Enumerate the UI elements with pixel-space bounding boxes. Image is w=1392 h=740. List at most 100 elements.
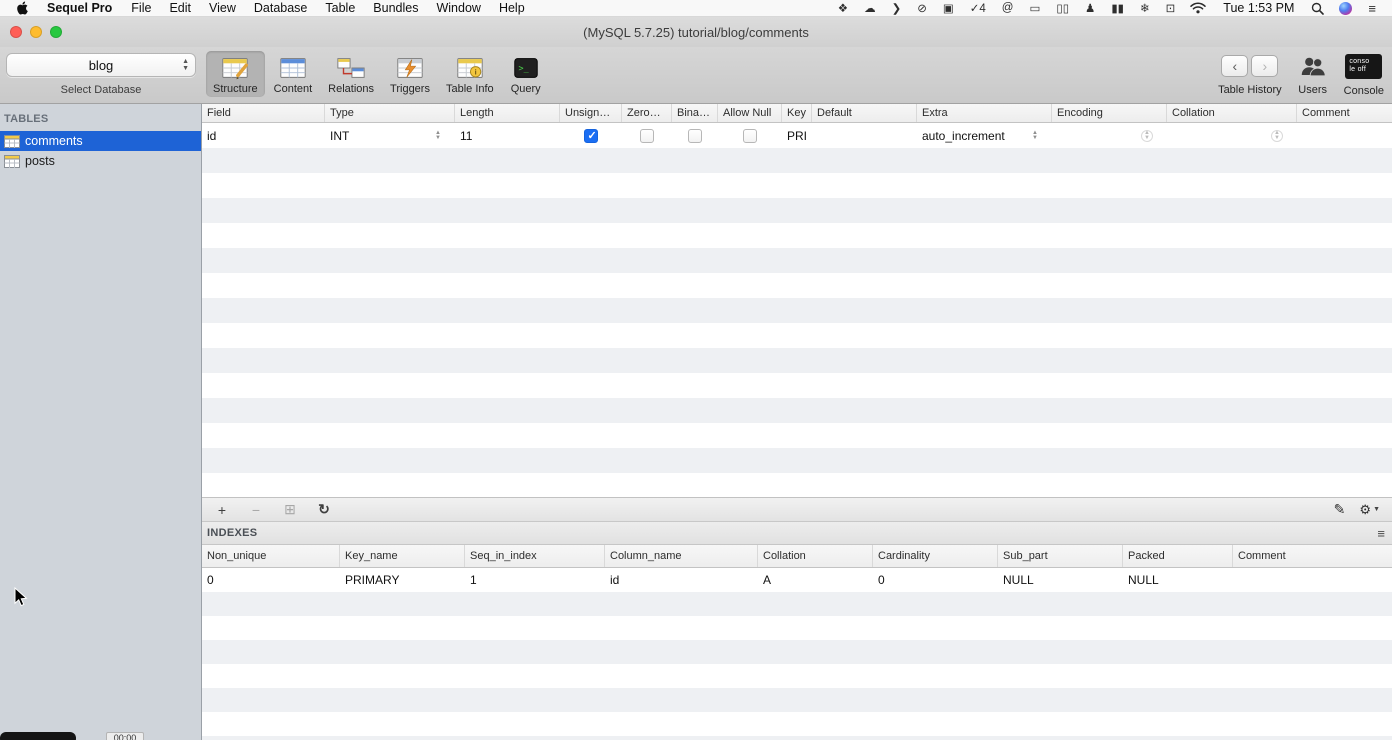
idx-header-key-name[interactable]: Key_name — [340, 545, 465, 567]
relations-tab-button[interactable]: Relations — [321, 51, 381, 97]
add-field-button[interactable]: + — [214, 502, 230, 518]
allow-null-checkbox[interactable] — [743, 128, 757, 143]
column-header-extra[interactable]: Extra — [917, 104, 1052, 122]
user-silhouette-icon[interactable]: ♟ — [1077, 1, 1103, 15]
idx-cell-sub-part[interactable]: NULL — [998, 568, 1123, 592]
structure-tab-button[interactable]: Structure — [206, 51, 265, 97]
stats-icon[interactable]: ▮▮ — [1103, 1, 1132, 15]
apple-menu[interactable] — [8, 1, 37, 15]
sidebar-item-posts[interactable]: posts — [0, 151, 201, 171]
column-header-default[interactable]: Default — [812, 104, 917, 122]
menu-view[interactable]: View — [200, 1, 245, 15]
menu-table[interactable]: Table — [316, 1, 364, 15]
cell-type[interactable]: INT ▲ ▼ — [325, 123, 455, 148]
idx-cell-collation[interactable]: A — [758, 568, 873, 592]
column-header-key[interactable]: Key — [782, 104, 812, 122]
airplay-icon[interactable]: ⊡ — [1158, 1, 1184, 15]
duplicate-field-button[interactable]: ⊞ — [282, 501, 298, 518]
table-info-tab-button[interactable]: i Table Info — [439, 51, 501, 97]
zoom-button[interactable] — [50, 26, 62, 38]
menu-help[interactable]: Help — [490, 1, 534, 15]
history-back-button[interactable]: ‹ — [1221, 55, 1249, 77]
sidebar-item-comments[interactable]: comments — [0, 131, 201, 151]
content-tab-button[interactable]: Content — [267, 51, 320, 97]
menu-edit[interactable]: Edit — [160, 1, 200, 15]
database-select[interactable]: blog ▲ ▼ — [6, 53, 196, 77]
unsigned-checkbox[interactable] — [584, 128, 598, 143]
dropbox-icon[interactable]: ❖ — [830, 1, 856, 15]
idx-header-cardinality[interactable]: Cardinality — [873, 545, 998, 567]
collation-stepper-icon[interactable]: ▲ ▼ — [1271, 129, 1283, 142]
idx-header-seq-in-index[interactable]: Seq_in_index — [465, 545, 605, 567]
column-header-allow-null[interactable]: Allow Null — [718, 104, 782, 122]
screen-recording-icon[interactable]: ▣ — [935, 1, 962, 15]
column-header-field[interactable]: Field — [202, 104, 325, 122]
type-stepper-icon[interactable]: ▲ ▼ — [435, 130, 441, 141]
console-group[interactable]: conso le off Console — [1344, 54, 1384, 97]
column-header-comment[interactable]: Comment — [1297, 104, 1392, 122]
updates-check-icon[interactable]: ✓4 — [962, 1, 994, 15]
cell-length[interactable]: 11 — [455, 123, 560, 148]
column-header-zerofill[interactable]: Zero… — [622, 104, 672, 122]
close-button[interactable] — [10, 26, 22, 38]
zerofill-checkbox[interactable] — [640, 128, 654, 143]
wifi-icon[interactable] — [1190, 2, 1207, 14]
extra-stepper-icon[interactable]: ▲ ▼ — [1032, 130, 1038, 141]
idx-header-packed[interactable]: Packed — [1123, 545, 1233, 567]
encoding-stepper-icon[interactable]: ▲ ▼ — [1141, 129, 1153, 142]
menu-database[interactable]: Database — [245, 1, 317, 15]
query-tab-button[interactable]: >_ Query — [503, 51, 549, 97]
structure-table-row[interactable]: id INT ▲▼ 11 PRI auto_increment ▲▼ — [202, 123, 1392, 148]
history-forward-button[interactable]: › — [1251, 55, 1279, 77]
remove-field-button[interactable]: − — [248, 502, 264, 518]
edit-field-button[interactable]: ✎ — [1334, 501, 1346, 518]
idx-header-non-unique[interactable]: Non_unique — [202, 545, 340, 567]
idx-cell-cardinality[interactable]: 0 — [873, 568, 998, 592]
cell-extra[interactable]: auto_increment ▲ ▼ — [917, 123, 1052, 148]
cell-key[interactable]: PRI — [782, 123, 812, 148]
cell-collation[interactable]: ▲ ▼ — [1167, 123, 1297, 148]
idx-header-collation[interactable]: Collation — [758, 545, 873, 567]
cell-comment[interactable] — [1297, 123, 1392, 148]
idx-cell-seq-in-index[interactable]: 1 — [465, 568, 605, 592]
mention-icon[interactable]: @ — [994, 2, 1022, 14]
notification-center-icon[interactable]: ≡ — [1360, 1, 1384, 16]
menu-window[interactable]: Window — [427, 1, 489, 15]
cell-encoding[interactable]: ▲ ▼ — [1052, 123, 1167, 148]
menu-clock[interactable]: Tue 1:53 PM — [1213, 1, 1304, 15]
idx-header-column-name[interactable]: Column_name — [605, 545, 758, 567]
column-header-encoding[interactable]: Encoding — [1052, 104, 1167, 122]
mission-control-icon[interactable]: ▯▯ — [1048, 1, 1077, 15]
idx-cell-key-name[interactable]: PRIMARY — [340, 568, 465, 592]
idx-cell-packed[interactable]: NULL — [1123, 568, 1233, 592]
minimize-button[interactable] — [30, 26, 42, 38]
menu-bundles[interactable]: Bundles — [364, 1, 427, 15]
column-header-binary[interactable]: Bina… — [672, 104, 718, 122]
cloud-icon[interactable]: ☁ — [856, 1, 884, 15]
siri-icon[interactable] — [1339, 1, 1353, 15]
indexes-menu-icon[interactable]: ≡ — [1377, 526, 1385, 541]
handoff-icon[interactable]: ❯ — [884, 1, 910, 15]
column-header-length[interactable]: Length — [455, 104, 560, 122]
idx-header-comment[interactable]: Comment — [1233, 545, 1392, 567]
app-menu[interactable]: Sequel Pro — [37, 1, 122, 15]
column-header-collation[interactable]: Collation — [1167, 104, 1297, 122]
refresh-button[interactable]: ↻ — [316, 501, 332, 518]
users-group[interactable]: Users — [1298, 54, 1328, 96]
idx-cell-column-name[interactable]: id — [605, 568, 758, 592]
cell-field[interactable]: id — [202, 123, 325, 148]
column-header-unsigned[interactable]: Unsign… — [560, 104, 622, 122]
binary-checkbox[interactable] — [688, 128, 702, 143]
cell-default[interactable] — [812, 123, 917, 148]
search-icon[interactable] — [1311, 2, 1325, 15]
column-header-type[interactable]: Type — [325, 104, 455, 122]
snowflake-icon[interactable]: ❄ — [1132, 1, 1158, 15]
options-gear-button[interactable]: ⚙ ▼ — [1359, 502, 1380, 518]
triggers-tab-button[interactable]: Triggers — [383, 51, 437, 97]
menu-file[interactable]: File — [122, 1, 160, 15]
do-not-disturb-icon[interactable]: ⊘ — [909, 1, 935, 15]
idx-cell-comment[interactable] — [1233, 568, 1392, 592]
idx-cell-non-unique[interactable]: 0 — [202, 568, 340, 592]
idx-header-sub-part[interactable]: Sub_part — [998, 545, 1123, 567]
display-icon[interactable]: ▭ — [1021, 1, 1048, 15]
